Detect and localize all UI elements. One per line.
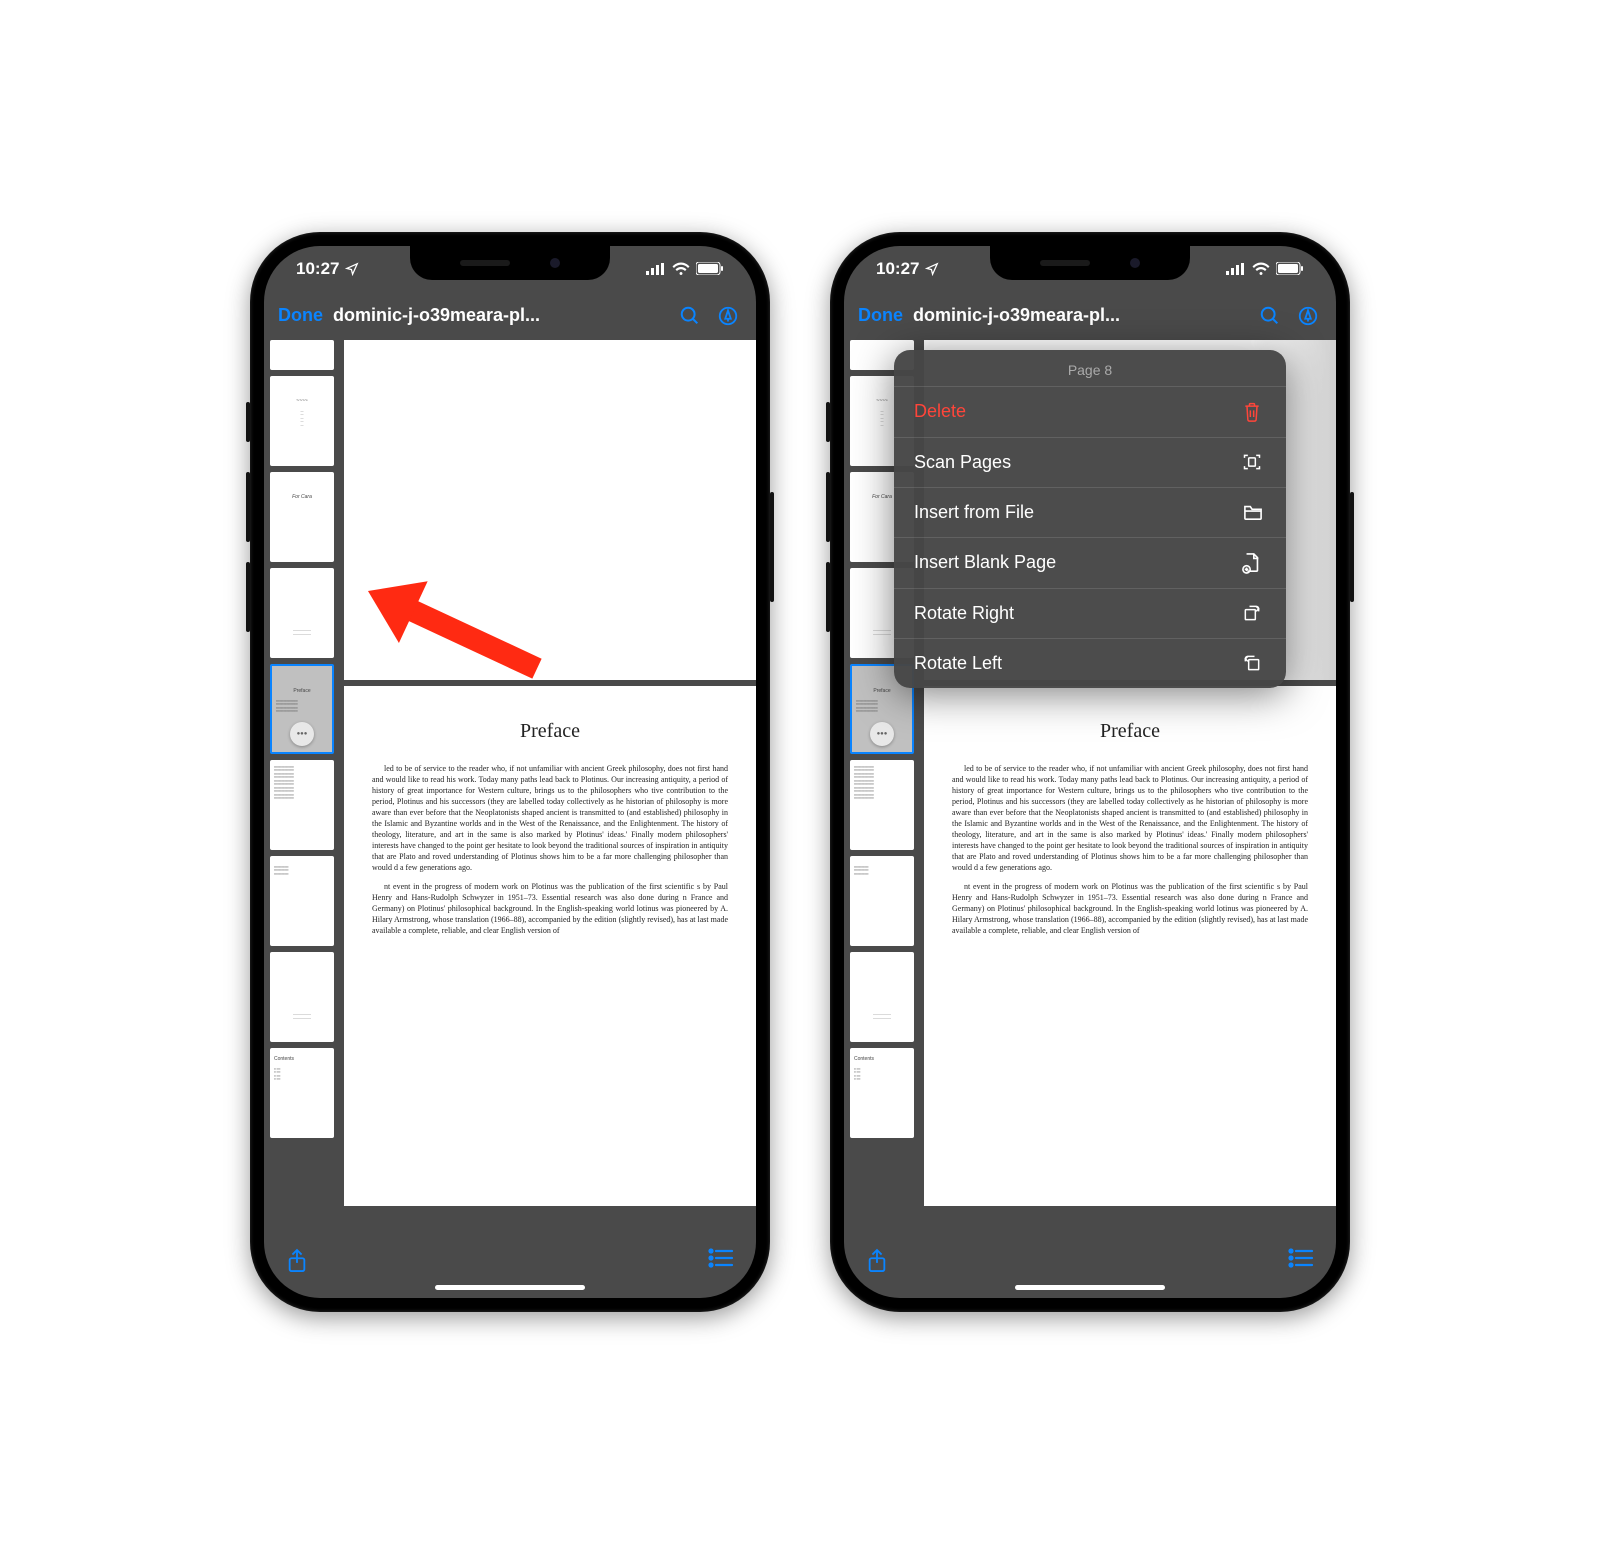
markup-icon — [1297, 305, 1319, 327]
nav-bar: Done dominic-j-o39meara-pl... — [264, 292, 756, 340]
page-view[interactable]: Preface led to be of service to the read… — [340, 340, 756, 1242]
search-icon — [679, 305, 701, 327]
search-button[interactable] — [1256, 305, 1284, 327]
thumbnail-page-selected[interactable]: Preface ━━━━━━━━━━━━━━━━━━━━━━━━━━━━━━━━… — [270, 664, 334, 754]
phone-right: 10:27 Done dominic-j-o39meara-pl... ~~~ — [830, 232, 1350, 1312]
list-icon — [1288, 1248, 1314, 1268]
page-paragraph: led to be of service to the reader who, … — [372, 763, 728, 873]
markup-button[interactable] — [1294, 305, 1322, 327]
share-icon — [286, 1248, 308, 1274]
menu-item-label: Rotate Left — [914, 653, 1002, 674]
menu-scan-pages[interactable]: Scan Pages — [894, 437, 1286, 487]
wifi-icon — [672, 262, 690, 275]
rotate-left-icon — [1242, 653, 1266, 673]
menu-insert-from-file[interactable]: Insert from File — [894, 487, 1286, 537]
menu-item-label: Scan Pages — [914, 452, 1011, 473]
done-button[interactable]: Done — [278, 305, 323, 326]
phone-left: 10:27 Done dominic-j-o39meara-pl... ~~~ — [250, 232, 770, 1312]
share-icon — [866, 1248, 888, 1274]
thumbnail-sidebar[interactable]: ~~~~--------------- For Cara ———————————… — [264, 340, 340, 1242]
add-page-icon — [1242, 552, 1266, 574]
battery-icon — [696, 262, 724, 275]
wifi-icon — [1252, 262, 1270, 275]
document-title: dominic-j-o39meara-pl... — [333, 305, 666, 326]
markup-button[interactable] — [714, 305, 742, 327]
thumbnail-more-button[interactable]: ●●● — [870, 722, 894, 746]
thumbnail-page[interactable]: ━━━━━━━━━━━━━━━━━━━━━━━━━━━━━━━━━━━━━━━━… — [270, 760, 334, 850]
battery-icon — [1276, 262, 1304, 275]
menu-rotate-right[interactable]: Rotate Right — [894, 588, 1286, 638]
menu-rotate-left[interactable]: Rotate Left — [894, 638, 1286, 688]
status-time: 10:27 — [876, 259, 919, 279]
document-title: dominic-j-o39meara-pl... — [913, 305, 1246, 326]
thumbnail-page[interactable]: ———————————— — [270, 952, 334, 1042]
thumbnail-page[interactable]: Contents━ ━━━ ━━━ ━━━ ━━ — [270, 1048, 334, 1138]
pdf-page[interactable]: Preface led to be of service to the read… — [924, 686, 1336, 1206]
thumbnail-page[interactable]: ━━━━━━━━━━━━━━━━━━━━━━━━ — [270, 856, 334, 946]
pdf-page[interactable] — [344, 340, 756, 680]
search-icon — [1259, 305, 1281, 327]
home-indicator[interactable] — [1015, 1285, 1165, 1290]
page-paragraph: led to be of service to the reader who, … — [952, 763, 1308, 873]
home-indicator[interactable] — [435, 1285, 585, 1290]
thumbnail-page[interactable] — [270, 340, 334, 370]
thumbnail-more-button[interactable]: ●●● — [290, 722, 314, 746]
thumbnail-page[interactable]: ———————————— — [270, 568, 334, 658]
list-icon — [708, 1248, 734, 1268]
thumbnail-page[interactable]: ~~~~--------------- — [270, 376, 334, 466]
menu-delete[interactable]: Delete — [894, 386, 1286, 437]
cell-signal-icon — [1226, 263, 1246, 275]
scan-icon — [1242, 452, 1266, 472]
nav-bar: Done dominic-j-o39meara-pl... — [844, 292, 1336, 340]
list-button[interactable] — [1288, 1248, 1314, 1268]
thumbnail-page[interactable]: Contents━ ━━━ ━━━ ━━━ ━━ — [850, 1048, 914, 1138]
page-paragraph: nt event in the progress of modern work … — [372, 881, 728, 936]
rotate-right-icon — [1242, 603, 1266, 623]
menu-item-label: Insert from File — [914, 502, 1034, 523]
menu-item-label: Rotate Right — [914, 603, 1014, 624]
thumbnail-page[interactable]: For Cara — [270, 472, 334, 562]
thumbnail-page[interactable]: ———————————— — [850, 952, 914, 1042]
status-time: 10:27 — [296, 259, 339, 279]
thumbnail-page[interactable]: ━━━━━━━━━━━━━━━━━━━━━━━━━━━━━━━━━━━━━━━━… — [850, 760, 914, 850]
page-paragraph: nt event in the progress of modern work … — [952, 881, 1308, 936]
thumbnail-page[interactable]: ━━━━━━━━━━━━━━━━━━━━━━━━ — [850, 856, 914, 946]
location-icon — [345, 262, 359, 276]
markup-icon — [717, 305, 739, 327]
menu-item-label: Insert Blank Page — [914, 552, 1056, 573]
menu-header: Page 8 — [894, 350, 1286, 386]
location-icon — [925, 262, 939, 276]
page-heading: Preface — [952, 726, 1308, 737]
trash-icon — [1242, 401, 1266, 423]
menu-item-label: Delete — [914, 401, 966, 422]
share-button[interactable] — [866, 1248, 888, 1274]
list-button[interactable] — [708, 1248, 734, 1268]
cell-signal-icon — [646, 263, 666, 275]
search-button[interactable] — [676, 305, 704, 327]
folder-icon — [1242, 503, 1266, 521]
done-button[interactable]: Done — [858, 305, 903, 326]
menu-insert-blank-page[interactable]: Insert Blank Page — [894, 537, 1286, 588]
page-heading: Preface — [372, 726, 728, 737]
pdf-page[interactable]: Preface led to be of service to the read… — [344, 686, 756, 1206]
share-button[interactable] — [286, 1248, 308, 1274]
page-context-menu: Page 8 Delete Scan Pages Insert from Fil… — [894, 350, 1286, 688]
